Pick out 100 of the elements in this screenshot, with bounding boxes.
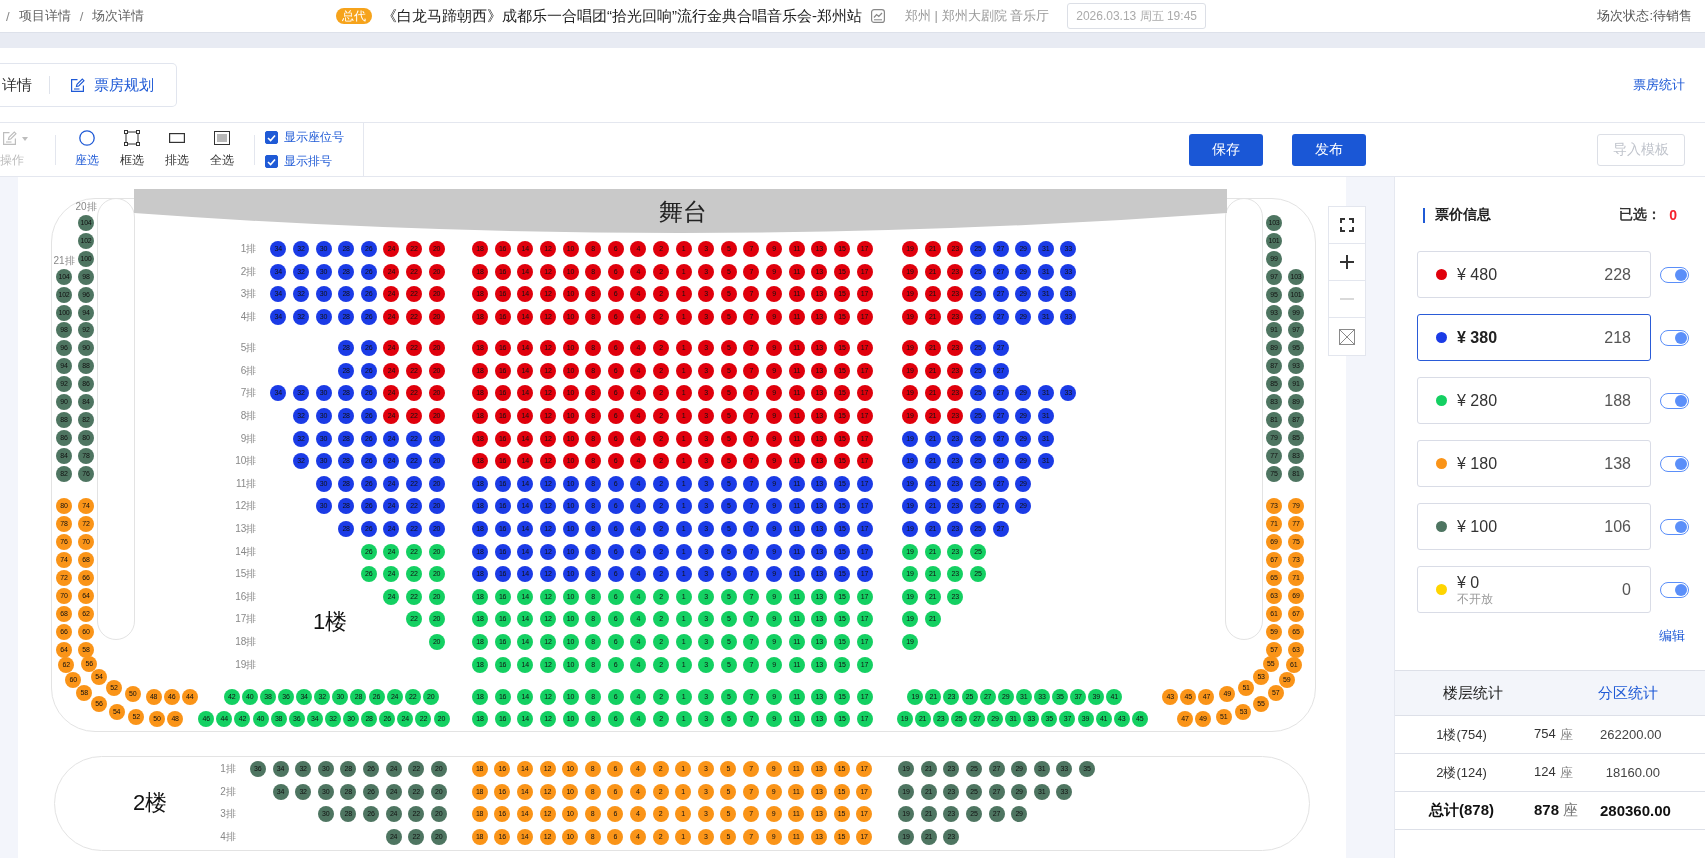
price-label: ¥ 480 [1457,265,1498,284]
box-icon [213,131,230,145]
seat-count: 218 [1604,328,1631,347]
floor-label: 2楼 [132,792,168,814]
seat-count: 188 [1604,391,1631,410]
frame-icon [123,130,140,146]
toggle-switch[interactable] [1660,455,1689,472]
price-card[interactable]: ¥ 380 218 [1417,314,1651,361]
row-label: 3排 [240,288,257,301]
selected-label: 已选： [1619,206,1662,224]
crossed-box-icon [1339,328,1355,345]
expand-icon [1340,218,1354,232]
date-field[interactable]: 2026.03.13 周五 19:45 [1067,3,1206,29]
price-note: 不开放 [1457,592,1493,606]
row-label: 9排 [240,432,257,445]
tool-button[interactable]: 座选 [64,130,109,169]
row-label: 7排 [240,387,257,400]
save-button[interactable]: 保存 [1189,133,1263,166]
toggle-switch[interactable] [1660,329,1689,346]
row-label: 18排 [235,636,257,649]
row-label: 14排 [235,545,257,558]
seat-unit: 座 [1559,763,1573,782]
status-label: 场次状态:待销售 [1597,7,1692,25]
floor-name: 总计(878) [1429,801,1494,820]
price-label: ¥ 280 [1457,391,1498,410]
edit-link[interactable]: 编辑 [1659,627,1685,645]
row-label: 2排 [220,785,236,798]
edit-icon [3,131,18,146]
amount: 18160.00 [1605,765,1661,780]
chart-icon [871,9,885,23]
row-label: 3排 [220,808,236,820]
floor-name: 2楼(124) [1436,763,1487,782]
toggle-switch[interactable] [1660,266,1689,283]
row-label: 4排 [220,830,236,843]
toggle-switch[interactable] [1660,518,1689,535]
breadcrumb-link[interactable]: 项目详情 [18,7,71,25]
floor-label: 1楼 [312,611,348,633]
price-label: ¥ 0 [1457,573,1481,592]
agent-badge: 总代 [336,8,372,24]
selected-count: 0 [1669,207,1677,223]
venue-label: 郑州 | 郑州大剧院 音乐厅 [905,7,1050,25]
price-card[interactable]: ¥ 480 228 [1417,251,1651,298]
stats-tab[interactable]: 楼层统计 [1395,671,1550,715]
breadcrumb-link[interactable]: 场次详情 [92,7,145,25]
row-label: 20排 [75,201,97,212]
toggle-switch[interactable] [1660,581,1689,598]
caret-icon [22,136,28,141]
title-accent-bar [1423,207,1425,223]
row-label: 6排 [240,364,257,377]
row-label: 4排 [240,310,257,323]
row-label: 10排 [235,455,257,468]
publish-button[interactable]: 发布 [1292,133,1366,166]
minus-icon [1340,298,1354,300]
seat-total: 878 [1534,801,1560,820]
breadcrumb-separator: / [79,8,84,24]
seat-total: 754 [1534,725,1556,743]
seat-total: 124 [1534,763,1556,781]
toggle-switch[interactable] [1660,392,1689,409]
row-label: 19排 [235,658,257,671]
checkbox-option[interactable]: 显示排号 [265,154,344,169]
tool-button[interactable]: 全选 [199,130,244,169]
amount: 262200.00 [1600,727,1663,742]
price-label: ¥ 180 [1457,454,1498,473]
seat-unit: 座 [1563,801,1579,820]
event-title: 《白龙马蹄朝西》成都乐一合唱团“拾光回响”流行金典合唱音乐会-郑州站 [382,6,862,26]
row-label: 13排 [235,523,257,535]
seat-count: 228 [1604,265,1631,284]
seat-count: 138 [1604,454,1631,473]
seat-count: 106 [1604,517,1631,536]
circle-icon [78,130,95,146]
amount: 280360.00 [1600,802,1672,819]
tab[interactable]: 票房规划 [71,75,154,95]
row-label: 5排 [240,342,257,354]
row-label: 12排 [235,500,257,513]
row-label: 11排 [235,477,257,490]
checkbox[interactable] [265,131,278,144]
stage-label: 舞台 [658,200,707,224]
row-label: 1排 [240,243,257,255]
row-label: 1排 [220,763,236,775]
row-label: 21排 [53,255,75,266]
stats-tab[interactable]: 分区统计 [1550,671,1705,715]
tool-button[interactable]: 框选 [109,130,154,169]
checkbox[interactable] [265,155,278,168]
checkbox-option[interactable]: 显示座位号 [265,130,344,145]
price-card[interactable]: ¥ 100 106 [1417,503,1651,550]
row-label: 16排 [235,590,257,603]
row-label: 17排 [235,613,257,626]
box-office-stats-link[interactable]: 票房统计 [1633,76,1685,94]
price-label: ¥ 380 [1457,328,1498,347]
rectangle-icon [168,133,185,143]
tool-button[interactable]: 排选 [154,130,199,169]
plus-icon [1340,255,1354,269]
price-card[interactable]: ¥ 280 188 [1417,377,1651,424]
price-label: ¥ 100 [1457,517,1498,536]
price-card[interactable]: ¥ 180 138 [1417,440,1651,487]
tab[interactable]: 详情 [2,75,32,95]
floor-name: 1楼(754) [1436,725,1487,744]
price-card[interactable]: ¥ 0 不开放 0 [1417,566,1651,613]
seat-count: 0 [1622,580,1631,599]
breadcrumb-separator: / [6,8,10,24]
